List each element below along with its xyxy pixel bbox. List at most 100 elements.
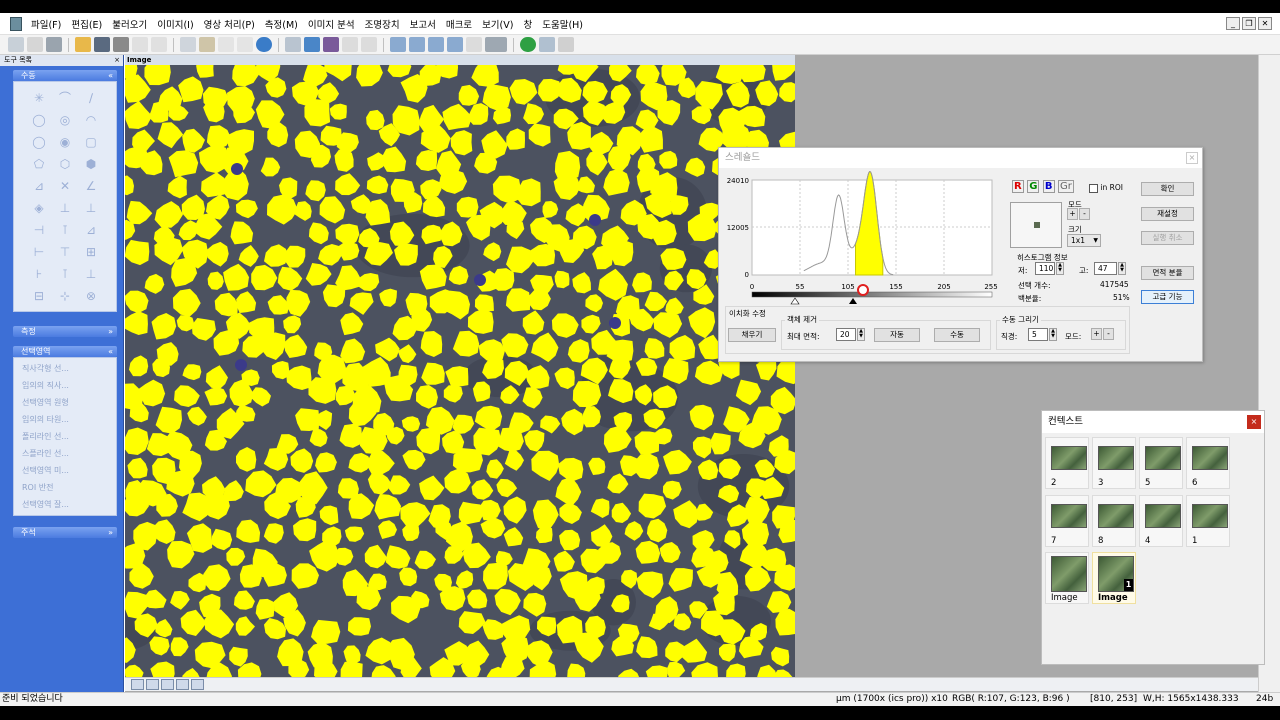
- selection-circle[interactable]: 선택영역 원형: [14, 394, 116, 411]
- low-value-input[interactable]: 110: [1035, 262, 1055, 275]
- grid-icon[interactable]: [342, 37, 358, 52]
- histogram-view-icon[interactable]: [161, 679, 174, 690]
- shape-tool-icon[interactable]: ⊟: [28, 285, 50, 306]
- shape-tool-icon[interactable]: ◈: [28, 197, 50, 218]
- grid-view-icon[interactable]: [146, 679, 159, 690]
- measure-icon[interactable]: [485, 37, 507, 52]
- undo-icon[interactable]: [132, 37, 148, 52]
- channel-b[interactable]: B: [1042, 180, 1055, 193]
- high-slider-handle[interactable]: [849, 298, 857, 304]
- shape-tool-icon[interactable]: ⊺: [54, 263, 76, 284]
- shape-tool-icon[interactable]: ⌒: [54, 87, 76, 108]
- threshold-gradient-bar[interactable]: [751, 291, 993, 298]
- low-slider-handle[interactable]: [790, 297, 800, 305]
- menu-macro[interactable]: 매크로: [441, 17, 477, 31]
- diameter-input[interactable]: 5: [1028, 328, 1048, 341]
- micrograph-image[interactable]: [125, 65, 795, 677]
- mode-minus-button[interactable]: -: [1079, 208, 1090, 220]
- shape-tool-icon[interactable]: ⊦: [28, 263, 50, 284]
- minimize-icon[interactable]: _: [1226, 17, 1240, 30]
- close-icon[interactable]: ×: [1186, 152, 1198, 164]
- menu-help[interactable]: 도움말(H): [537, 17, 588, 31]
- mode-plus-button[interactable]: +: [1067, 208, 1078, 220]
- shape-tool-icon[interactable]: ✳: [28, 87, 50, 108]
- shape-tool-icon[interactable]: ⊥: [54, 197, 76, 218]
- selection-rect[interactable]: 직사각형 선...: [14, 360, 116, 377]
- shape-tool-icon[interactable]: ⬢: [80, 153, 102, 174]
- shape-tool-icon[interactable]: ⊤: [54, 241, 76, 262]
- shape-tool-icon[interactable]: ⬡: [54, 153, 76, 174]
- manual-button[interactable]: 수동: [934, 328, 980, 342]
- camera-icon[interactable]: [46, 37, 62, 52]
- menu-window[interactable]: 창: [518, 17, 537, 31]
- shape-tool-icon[interactable]: ⊣: [28, 219, 50, 240]
- reset-button[interactable]: 재설정: [1141, 207, 1194, 221]
- zoom-in-icon[interactable]: [390, 37, 406, 52]
- section-annotation-header[interactable]: 주석 »: [13, 527, 117, 538]
- context-thumbnail[interactable]: 5: [1139, 437, 1183, 489]
- save-icon[interactable]: [94, 37, 110, 52]
- copy-icon[interactable]: [180, 37, 196, 52]
- shape-tool-icon[interactable]: ⊿: [28, 175, 50, 196]
- paste-icon[interactable]: [199, 37, 215, 52]
- shape-tool-icon[interactable]: ∕: [80, 87, 102, 108]
- new-icon[interactable]: [8, 37, 24, 52]
- ok-button[interactable]: 확인: [1141, 182, 1194, 196]
- high-value-input[interactable]: 47: [1094, 262, 1117, 275]
- play-icon[interactable]: [520, 37, 536, 52]
- shape-tool-icon[interactable]: ▢: [80, 131, 102, 152]
- channel-g[interactable]: G: [1027, 180, 1040, 193]
- doc-icon[interactable]: [27, 37, 43, 52]
- shape-tool-icon[interactable]: ⊞: [80, 241, 102, 262]
- cancel-icon[interactable]: [218, 37, 234, 52]
- selection-free-rect[interactable]: 임의의 직사...: [14, 377, 116, 394]
- shape-tool-icon[interactable]: ⊢: [28, 241, 50, 262]
- area-fraction-button[interactable]: 면적 분율: [1141, 266, 1194, 280]
- shape-tool-icon[interactable]: ◠: [80, 109, 102, 130]
- print-icon[interactable]: [113, 37, 129, 52]
- selection-polyline[interactable]: 폴리라인 선...: [14, 428, 116, 445]
- checkbox-icon[interactable]: [1089, 183, 1098, 193]
- shape-tool-icon[interactable]: ✕: [54, 175, 76, 196]
- menu-lighting[interactable]: 조명장치: [360, 17, 405, 31]
- shape-tool-icon[interactable]: ⬠: [28, 153, 50, 174]
- palette-icon[interactable]: [323, 37, 339, 52]
- shape-tool-icon[interactable]: ◎: [54, 109, 76, 130]
- close-icon[interactable]: ✕: [1258, 17, 1272, 30]
- table-icon[interactable]: [361, 37, 377, 52]
- max-area-input[interactable]: 20: [836, 328, 856, 341]
- close-icon[interactable]: ×: [1247, 415, 1261, 429]
- menu-analysis[interactable]: 이미지 분석: [303, 17, 360, 31]
- selection-ellipse[interactable]: 임의의 타원...: [14, 411, 116, 428]
- context-thumbnail[interactable]: 3: [1092, 437, 1136, 489]
- high-spinner[interactable]: ▲ ▼: [1118, 262, 1126, 275]
- draw-plus-button[interactable]: +: [1091, 328, 1102, 340]
- size-select[interactable]: 1x1 ▼: [1067, 234, 1101, 247]
- menu-edit[interactable]: 편집(E): [66, 17, 107, 31]
- layers-icon[interactable]: [539, 37, 555, 52]
- undo-button[interactable]: 실행 취소: [1141, 231, 1194, 245]
- menu-view[interactable]: 보기(V): [477, 17, 518, 31]
- menu-file[interactable]: 파일(F): [26, 17, 66, 31]
- context-thumbnail[interactable]: 2: [1045, 437, 1089, 489]
- context-thumbnail[interactable]: 4: [1139, 495, 1183, 547]
- shape-tool-icon[interactable]: ⊥: [80, 263, 102, 284]
- app-icon[interactable]: [10, 16, 22, 31]
- shape-tool-icon[interactable]: ⊿: [80, 219, 102, 240]
- redo-icon[interactable]: [151, 37, 167, 52]
- context-thumbnail[interactable]: 7: [1045, 495, 1089, 547]
- shape-tool-icon[interactable]: ⊺: [54, 219, 76, 240]
- section-measure-header[interactable]: 측정 »: [13, 326, 117, 337]
- edit-icon[interactable]: [191, 679, 204, 690]
- ruler-icon[interactable]: [466, 37, 482, 52]
- context-thumbnail[interactable]: Image: [1045, 552, 1089, 604]
- shape-tool-icon[interactable]: ◉: [54, 131, 76, 152]
- view-mode-icon[interactable]: [131, 679, 144, 690]
- selection-misc[interactable]: 선택영역 미...: [14, 462, 116, 479]
- shape-tool-icon[interactable]: ⊥: [80, 197, 102, 218]
- channel-gray[interactable]: Gr: [1058, 180, 1074, 193]
- max-area-spinner[interactable]: ▲ ▼: [857, 328, 865, 341]
- stop-icon[interactable]: [237, 37, 253, 52]
- shape-tool-icon[interactable]: ◯: [28, 109, 50, 130]
- menu-process[interactable]: 영상 처리(P): [199, 17, 260, 31]
